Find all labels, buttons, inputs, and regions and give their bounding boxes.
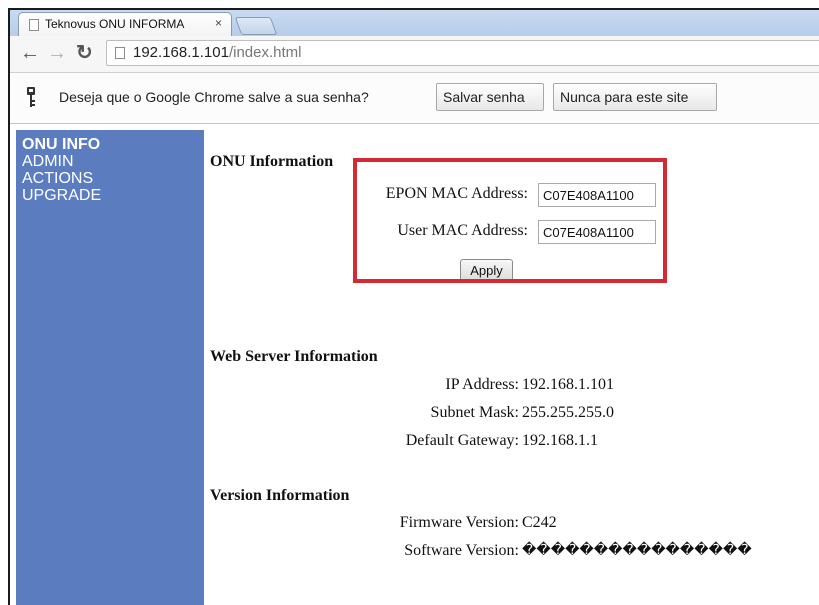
address-bar[interactable]: 192.168.1.101/index.html [106,40,819,66]
main-content: ONU Information EPON MAC Address: User M… [10,124,819,605]
subnet-mask-value: 255.255.255.0 [522,404,614,421]
onu-info-title: ONU Information [210,153,334,170]
back-arrow-icon[interactable]: ← [20,42,40,64]
software-version-label: Software Version: [404,542,519,559]
version-info-title: Version Information [210,487,350,504]
web-server-title: Web Server Information [210,348,378,365]
infobar-message: Deseja que o Google Chrome salve a sua s… [59,89,369,105]
default-gateway-value: 192.168.1.1 [522,432,598,449]
browser-window: Teknovus ONU INFORMA × ← → ↻ 192.168.1.1… [8,8,819,605]
new-tab-button[interactable] [234,17,278,35]
page-icon [115,47,125,59]
tab-strip: Teknovus ONU INFORMA × [10,10,819,36]
web-page: ONU INFO ADMIN ACTIONS UPGRADE ONU Infor… [10,124,819,605]
epon-mac-field[interactable] [538,183,656,207]
subnet-mask-label: Subnet Mask: [430,404,519,421]
never-save-button[interactable]: Nunca para este site [553,83,717,111]
user-mac-field[interactable] [538,220,656,244]
software-version-value: ���������������� [522,542,752,558]
save-password-button[interactable]: Salvar senha [436,83,544,111]
default-gateway-label: Default Gateway: [405,432,519,449]
url-host: 192.168.1.101 [133,44,229,61]
apply-button[interactable]: Apply [460,259,513,282]
reload-icon[interactable]: ↻ [76,42,93,64]
browser-toolbar: ← → ↻ 192.168.1.101/index.html [10,36,819,73]
ip-address-value: 192.168.1.101 [522,376,614,393]
user-mac-label: User MAC Address: [397,222,528,239]
epon-mac-label: EPON MAC Address: [385,185,528,202]
url-path: /index.html [228,44,302,61]
save-password-infobar: Deseja que o Google Chrome salve a sua s… [10,73,819,124]
browser-tab[interactable]: Teknovus ONU INFORMA × [18,12,232,36]
forward-arrow-icon[interactable]: → [47,42,67,64]
firmware-version-value: C242 [522,514,557,531]
ip-address-label: IP Address: [445,376,519,393]
firmware-version-label: Firmware Version: [399,514,519,531]
close-tab-icon[interactable]: × [215,16,222,30]
key-icon [27,87,35,107]
url-text: 192.168.1.101/index.html [133,44,301,61]
page-icon [29,19,39,31]
tab-title: Teknovus ONU INFORMA [45,17,185,31]
